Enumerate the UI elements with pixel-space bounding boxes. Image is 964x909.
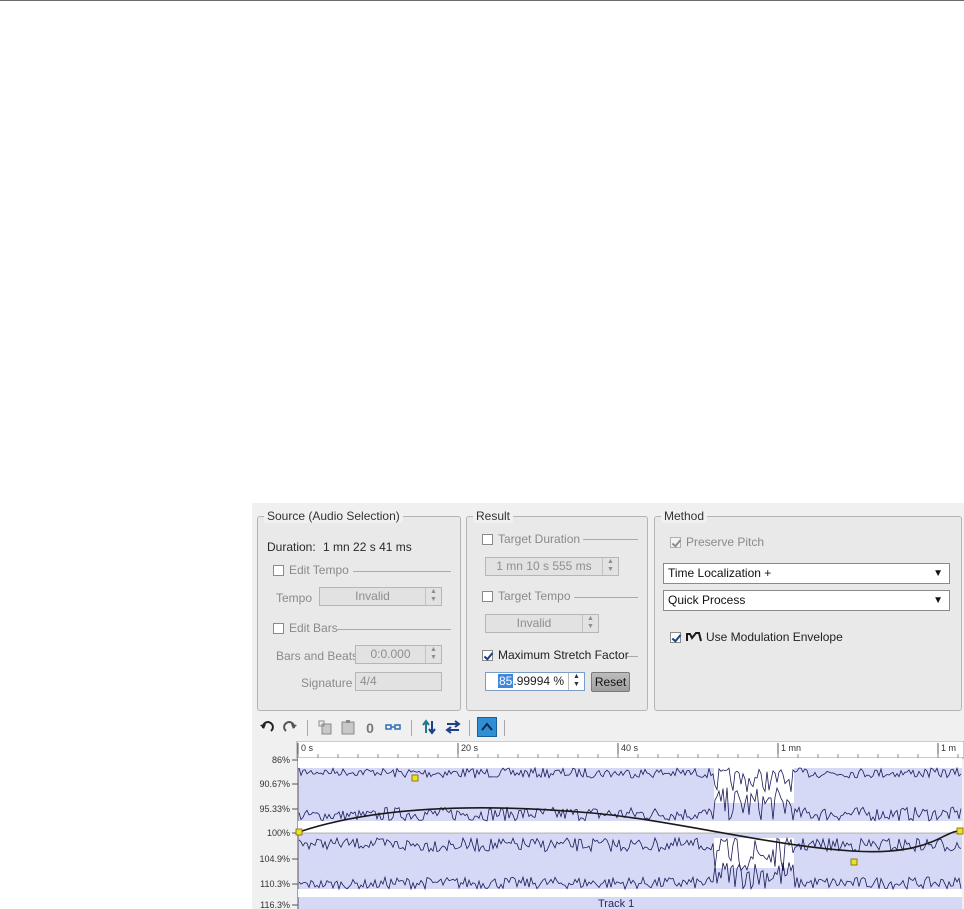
envelope-graph-svg[interactable]: 0 s 20 s 40 s 1 mn 1 m 86% 90.67% 95.33% 100% 10…: [252, 740, 964, 909]
envelope-node: [295, 828, 303, 836]
reset-button[interactable]: Reset: [591, 672, 630, 692]
tempo-stepper[interactable]: ▲ ▼: [425, 588, 441, 605]
max-stretch-stepper[interactable]: ▲ ▼: [568, 673, 584, 690]
time-tick-label: 1 mn: [781, 743, 801, 753]
envelope-node: [411, 774, 419, 782]
paste-icon[interactable]: [341, 720, 355, 735]
target-duration-stepper[interactable]: ▲ ▼: [602, 558, 618, 575]
duration-label: Duration:: [267, 540, 316, 554]
target-tempo-label: Target Tempo: [498, 589, 571, 603]
reset-zero-icon[interactable]: 0: [363, 719, 377, 737]
copy-icon[interactable]: [318, 720, 332, 735]
time-stretch-panel: Source (Audio Selection) Duration: 1 mn …: [252, 503, 964, 909]
tempo-spinbox[interactable]: Invalid ▲ ▼: [319, 587, 442, 606]
duration-value: 1 mn 22 s 41 ms: [323, 540, 412, 554]
time-tick-label: 20 s: [461, 743, 479, 753]
y-tick-label: 100%: [267, 828, 290, 838]
max-stretch-label: Maximum Stretch Factor: [498, 648, 629, 662]
target-tempo-value: Invalid: [516, 616, 552, 630]
target-duration-checkbox[interactable]: [482, 534, 493, 545]
y-tick-label: 95.33%: [259, 804, 290, 814]
quality-value: Quick Process: [668, 593, 746, 607]
target-duration-spinbox[interactable]: 1 mn 10 s 555 ms ▲ ▼: [485, 557, 619, 576]
envelope-icon: [686, 632, 702, 642]
max-stretch-rule: [627, 656, 638, 657]
time-tick-label: 0 s: [301, 743, 314, 753]
source-group-title: Source (Audio Selection): [264, 509, 403, 523]
waveform-gap: [298, 889, 962, 897]
signature-field[interactable]: 4/4: [355, 672, 442, 691]
chevron-down-icon: ▼: [933, 595, 943, 606]
envelope-node: [956, 827, 964, 835]
tempo-label: Tempo: [276, 591, 313, 605]
result-group-title: Result: [473, 509, 514, 523]
target-tempo-checkbox[interactable]: [482, 591, 493, 602]
envelope-graph[interactable]: 0 s 20 s 40 s 1 mn 1 m 86% 90.67% 95.33% 100% 10…: [252, 740, 964, 909]
edit-bars-checkbox[interactable]: [273, 623, 284, 634]
max-stretch-spinbox[interactable]: 85.99994 % ▲ ▼: [485, 672, 585, 691]
preserve-pitch-checkbox[interactable]: [670, 537, 681, 548]
bars-beats-stepper[interactable]: ▲ ▼: [425, 646, 441, 663]
target-tempo-rule: [574, 597, 638, 598]
use-modulation-checkbox[interactable]: [670, 632, 681, 643]
y-tick-label: 110.3%: [260, 879, 290, 889]
envelope-mode-icon[interactable]: [477, 717, 497, 737]
time-tick-label: 40 s: [621, 743, 639, 753]
y-tick-label: 104.9%: [259, 854, 290, 864]
waveform-gap: [298, 758, 962, 768]
bars-beats-value: 0:0.000: [370, 647, 411, 661]
waveform-gap: [298, 821, 962, 833]
y-tick-label: 90.67%: [259, 779, 290, 789]
target-duration-label: Target Duration: [498, 532, 581, 546]
envelope-node: [850, 858, 858, 866]
y-tick-label: 116.3%: [260, 900, 290, 909]
edit-bars-label: Edit Bars: [289, 621, 338, 635]
target-tempo-spinbox[interactable]: Invalid ▲ ▼: [485, 614, 599, 633]
target-tempo-stepper[interactable]: ▲ ▼: [582, 615, 598, 632]
edit-tempo-rule: [353, 571, 451, 572]
quality-dropdown[interactable]: Quick Process ▼: [663, 590, 950, 611]
edit-bars-rule: [336, 629, 451, 630]
track-label: Track 1: [598, 898, 634, 909]
time-tick-label: 1 m: [941, 743, 956, 753]
flip-vertical-icon[interactable]: [422, 719, 436, 735]
preserve-pitch-label: Preserve Pitch: [686, 535, 765, 549]
tempo-value: Invalid: [355, 589, 390, 603]
algorithm-value: Time Localization +: [668, 566, 772, 580]
algorithm-dropdown[interactable]: Time Localization + ▼: [663, 563, 950, 584]
use-modulation-label: Use Modulation Envelope: [706, 630, 843, 644]
redo-icon[interactable]: [282, 720, 298, 734]
max-stretch-checkbox[interactable]: [482, 650, 493, 661]
duration-row: Duration: 1 mn 22 s 41 ms: [267, 540, 412, 554]
toolbar-separator: [307, 720, 308, 736]
target-duration-value: 1 mn 10 s 555 ms: [496, 559, 592, 573]
toolbar-separator: [469, 720, 470, 736]
swap-icon[interactable]: [445, 719, 461, 735]
max-stretch-selected: 85: [498, 674, 514, 688]
method-group-title: Method: [661, 509, 708, 523]
toolbar-separator: [504, 720, 505, 736]
envelope-toolbar: 0: [252, 715, 964, 741]
edit-tempo-label: Edit Tempo: [289, 563, 349, 577]
top-divider: [0, 0, 964, 1]
edit-tempo-checkbox[interactable]: [273, 565, 284, 576]
max-stretch-rest: .99994 %: [513, 674, 565, 688]
toolbar-separator: [411, 720, 412, 736]
chevron-down-icon: ▼: [933, 568, 943, 579]
source-group: Source (Audio Selection) Duration: 1 mn …: [257, 509, 461, 711]
signature-label: Signature: [301, 676, 353, 690]
result-group: Result Target Duration 1 mn 10 s 555 ms …: [466, 509, 648, 711]
y-tick-label: 86%: [272, 755, 290, 765]
link-icon[interactable]: [385, 723, 401, 731]
bars-beats-spinbox[interactable]: 0:0.000 ▲ ▼: [355, 645, 442, 664]
bars-beats-label: Bars and Beats: [276, 649, 359, 663]
undo-icon[interactable]: [259, 720, 275, 734]
method-group: Method Preserve Pitch Time Localization …: [654, 509, 962, 711]
max-stretch-value: 85.99994 %: [486, 673, 568, 690]
target-duration-rule: [583, 539, 638, 540]
